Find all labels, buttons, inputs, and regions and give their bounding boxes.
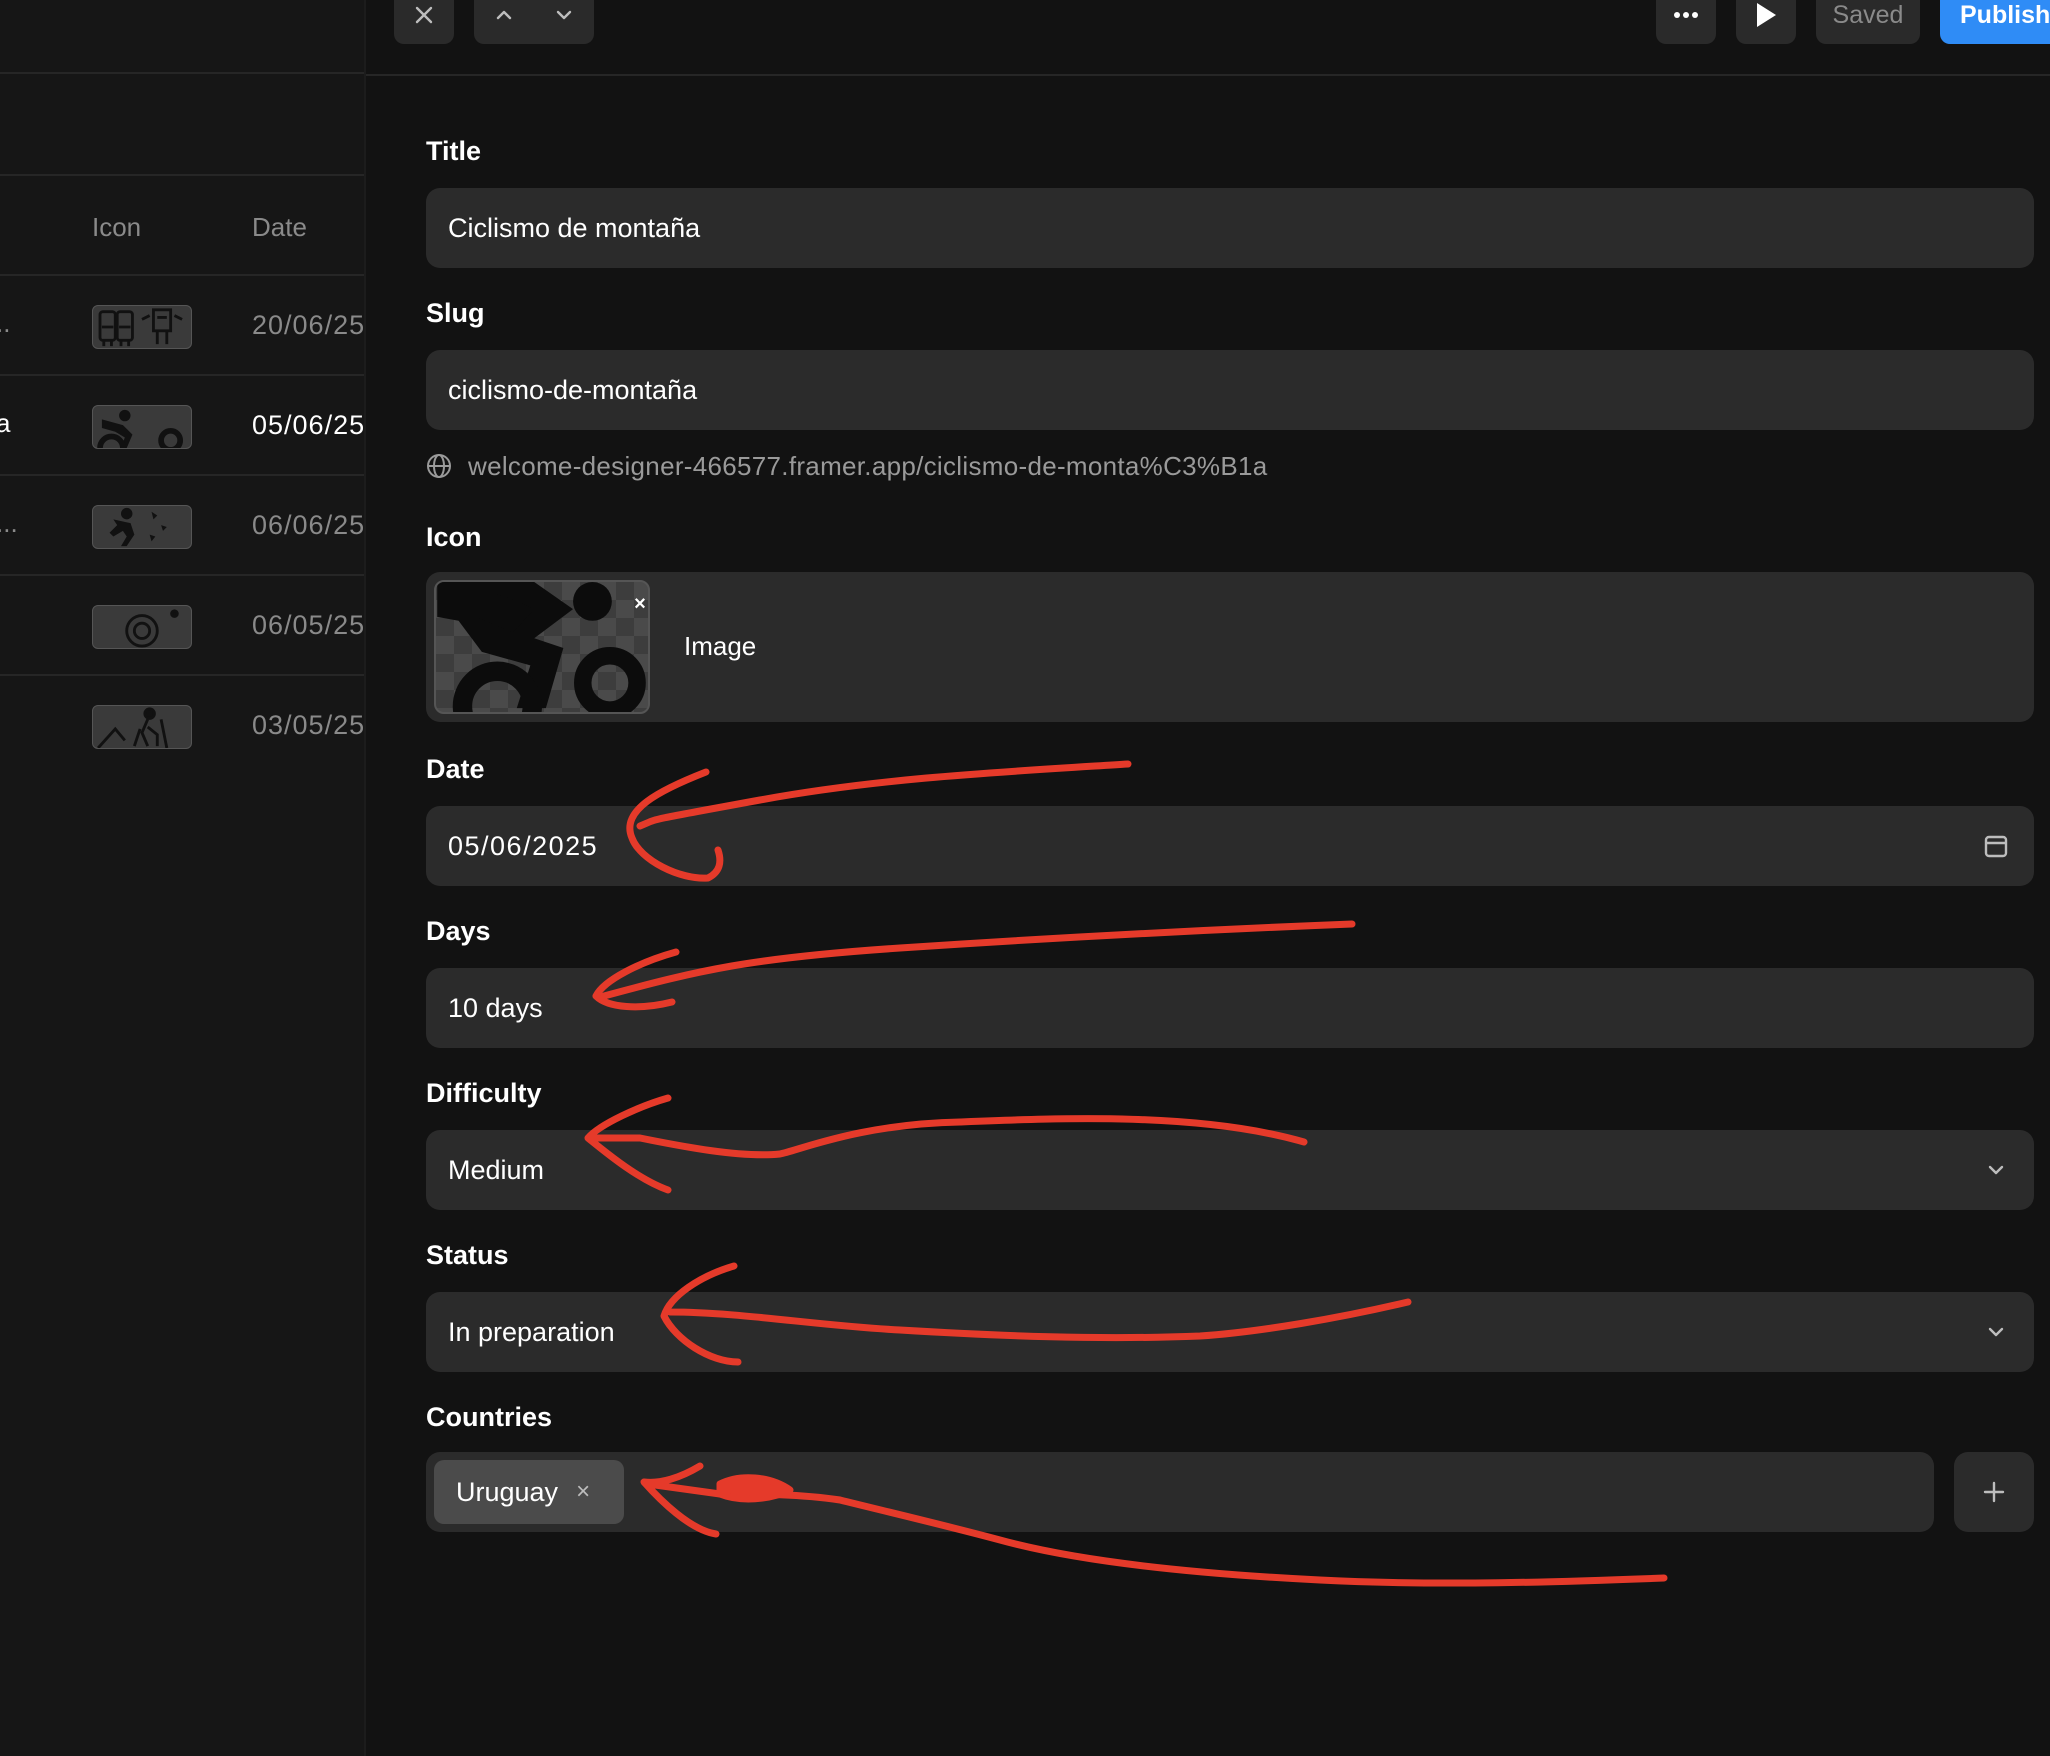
chevron-up-icon [496, 10, 512, 20]
globe-icon [427, 454, 451, 478]
add-country-button[interactable] [1954, 1452, 2034, 1532]
slug-url[interactable]: welcome-designer-466577.framer.app/cicli… [468, 451, 1268, 482]
column-header-date[interactable]: Date [252, 210, 307, 244]
icon-field[interactable]: × Image [426, 572, 2034, 722]
preview-button[interactable] [1736, 0, 1796, 44]
country-chip-label: Uruguay [456, 1477, 559, 1507]
mountain-biking-icon: × [434, 580, 650, 714]
collection-list: Icon Date .. 20/06/25 a [0, 0, 364, 1756]
difficulty-value: Medium [448, 1155, 545, 1185]
status-select[interactable]: In preparation [426, 1292, 2034, 1372]
slug-label: Slug [426, 298, 485, 328]
slug-url-preview: welcome-designer-466577.framer.app/cicli… [426, 448, 1268, 484]
image-caption: Image [684, 631, 757, 661]
close-icon [415, 6, 433, 24]
editor-toolbar: Saved Publish [366, 0, 2050, 76]
row-date: 05/06/25 [252, 410, 364, 440]
status-value: In preparation [448, 1317, 615, 1347]
date-label: Date [426, 754, 485, 784]
backpack-hiking-icon [92, 305, 192, 349]
row-date: 06/05/25 [252, 610, 364, 640]
row-title-fragment: a [0, 408, 11, 438]
table-row[interactable]: a 05/06/25 [0, 376, 364, 476]
plus-icon [1983, 1481, 2005, 1503]
row-title-fragment: ... [0, 508, 18, 538]
calendar-icon[interactable] [1982, 832, 2010, 860]
status-label: Status [426, 1240, 509, 1270]
slug-field[interactable]: ciclismo-de-montaña [426, 350, 2034, 430]
row-date: 20/06/25 [252, 310, 364, 340]
remove-country-button[interactable]: × [576, 1474, 590, 1510]
play-icon [1757, 3, 1776, 27]
chevron-down-icon [1988, 1165, 2004, 1175]
country-chip[interactable]: Uruguay × [434, 1460, 624, 1524]
table-row[interactable]: 03/05/25 [0, 676, 364, 776]
title-value: Ciclismo de montaña [448, 213, 701, 243]
date-value: 05/06/2025 [448, 831, 599, 861]
title-field[interactable]: Ciclismo de montaña [426, 188, 2034, 268]
days-label: Days [426, 916, 491, 946]
row-title-fragment: .. [0, 308, 11, 338]
chevron-down-icon [1988, 1327, 2004, 1337]
previous-item-button[interactable] [474, 0, 534, 44]
slug-value: ciclismo-de-montaña [448, 375, 698, 405]
more-icon [1674, 12, 1698, 18]
chevron-down-icon [556, 10, 572, 20]
app-window: Icon Date .. 20/06/25 a [0, 0, 2050, 1756]
row-date: 06/06/25 [252, 510, 364, 540]
days-value: 10 days [448, 993, 543, 1023]
difficulty-label: Difficulty [426, 1078, 542, 1108]
difficulty-select[interactable]: Medium [426, 1130, 2034, 1210]
saved-status-button[interactable]: Saved [1816, 0, 1920, 44]
more-options-button[interactable] [1656, 0, 1716, 44]
climbing-icon [92, 505, 192, 549]
remove-image-button[interactable]: × [628, 592, 648, 616]
row-date: 03/05/25 [252, 710, 364, 740]
date-field[interactable]: 05/06/2025 [426, 806, 2034, 886]
countries-field[interactable]: Uruguay × [426, 1452, 1934, 1532]
item-editor: Saved Publish Title Ciclismo de montaña … [364, 0, 2050, 1756]
table-row[interactable]: ... 06/06/25 [0, 476, 364, 576]
close-button[interactable] [394, 0, 454, 44]
divider [0, 174, 364, 176]
trekking-icon [92, 705, 192, 749]
table-row[interactable]: 06/05/25 [0, 576, 364, 676]
next-item-button[interactable] [534, 0, 594, 44]
countries-label: Countries [426, 1402, 553, 1432]
title-label: Title [426, 136, 482, 166]
column-header-icon[interactable]: Icon [92, 210, 141, 244]
divider [0, 72, 364, 74]
publish-button[interactable]: Publish [1940, 0, 2050, 44]
camera-icon [92, 605, 192, 649]
table-row[interactable]: .. 20/06/25 [0, 276, 364, 376]
icon-label: Icon [426, 522, 482, 552]
item-navigation [474, 0, 594, 44]
days-field[interactable]: 10 days [426, 968, 2034, 1048]
mountain-biking-icon [92, 405, 192, 449]
